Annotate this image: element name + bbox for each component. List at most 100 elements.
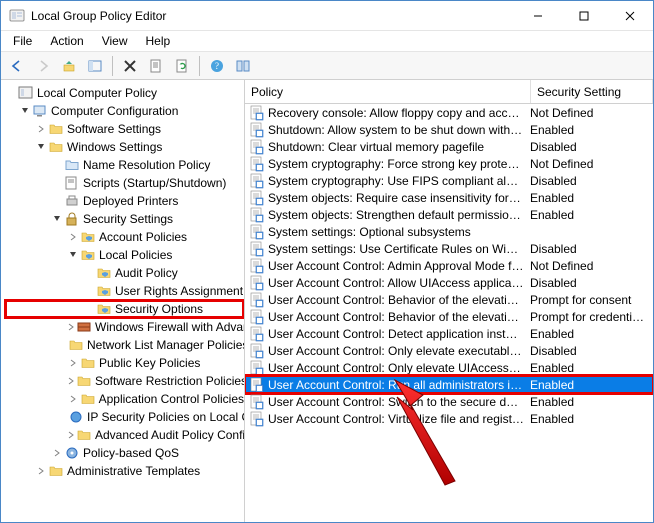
tree-name-resolution[interactable]: Name Resolution Policy — [5, 156, 244, 174]
chevron-right-icon[interactable] — [67, 231, 79, 243]
chevron-right-icon[interactable] — [67, 429, 75, 441]
policy-setting: Enabled — [530, 208, 653, 222]
filter-button[interactable] — [231, 54, 255, 78]
tree-network-list[interactable]: Network List Manager Policies — [5, 336, 244, 354]
policy-row[interactable]: User Account Control: Only elevate execu… — [245, 342, 653, 359]
delete-button[interactable] — [118, 54, 142, 78]
app-window: Local Group Policy Editor File Action Vi… — [0, 0, 654, 523]
column-header-setting[interactable]: Security Setting — [531, 80, 653, 103]
tree-scripts[interactable]: Scripts (Startup/Shutdown) — [5, 174, 244, 192]
policy-setting: Not Defined — [530, 106, 653, 120]
policy-row[interactable]: System cryptography: Force strong key pr… — [245, 155, 653, 172]
titlebar: Local Group Policy Editor — [1, 1, 653, 31]
tree-software-restriction[interactable]: Software Restriction Policies — [5, 372, 244, 390]
tree-policy-qos[interactable]: Policy-based QoS — [5, 444, 244, 462]
tree-app-control[interactable]: Application Control Policies — [5, 390, 244, 408]
chevron-right-icon[interactable] — [67, 375, 75, 387]
policy-setting: Not Defined — [530, 259, 653, 273]
policy-setting: Disabled — [530, 140, 653, 154]
svg-text:?: ? — [215, 61, 219, 71]
folder-icon — [96, 283, 112, 299]
folder-icon — [96, 265, 112, 281]
policy-name: User Account Control: Behavior of the el… — [268, 293, 530, 307]
menu-view[interactable]: View — [94, 32, 136, 50]
policy-row[interactable]: Shutdown: Clear virtual memory pagefileD… — [245, 138, 653, 155]
up-button[interactable] — [57, 54, 81, 78]
tree-deployed-printers[interactable]: Deployed Printers — [5, 192, 244, 210]
chevron-right-icon[interactable] — [51, 447, 63, 459]
policy-row[interactable]: User Account Control: Run all administra… — [245, 376, 653, 393]
policy-row[interactable]: User Account Control: Only elevate UIAcc… — [245, 359, 653, 376]
refresh-button[interactable] — [170, 54, 194, 78]
policy-row[interactable]: System settings: Use Certificate Rules o… — [245, 240, 653, 257]
policy-row[interactable]: User Account Control: Virtualize file an… — [245, 410, 653, 427]
tree-label: Computer Configuration — [51, 104, 178, 118]
policy-row[interactable]: User Account Control: Admin Approval Mod… — [245, 257, 653, 274]
tree-root[interactable]: Local Computer Policy — [5, 84, 244, 102]
chevron-right-icon[interactable] — [67, 393, 79, 405]
policy-root-icon — [18, 85, 34, 101]
minimize-button[interactable] — [515, 1, 561, 31]
tree-label: Administrative Templates — [67, 464, 200, 478]
policy-row[interactable]: User Account Control: Behavior of the el… — [245, 308, 653, 325]
tree-computer-config[interactable]: Computer Configuration — [5, 102, 244, 120]
menubar: File Action View Help — [1, 31, 653, 52]
policy-row[interactable]: Shutdown: Allow system to be shut down w… — [245, 121, 653, 138]
menu-help[interactable]: Help — [138, 32, 179, 50]
properties-button[interactable] — [144, 54, 168, 78]
menu-action[interactable]: Action — [42, 32, 91, 50]
maximize-button[interactable] — [561, 1, 607, 31]
help-button[interactable]: ? — [205, 54, 229, 78]
forward-button[interactable] — [31, 54, 55, 78]
list-body[interactable]: Recovery console: Allow floppy copy and … — [245, 104, 653, 522]
policy-item-icon — [249, 394, 265, 410]
policy-name: System objects: Strengthen default permi… — [268, 208, 530, 222]
tree-ip-security[interactable]: IP Security Policies on Local Computer — [5, 408, 244, 426]
tree-public-key[interactable]: Public Key Policies — [5, 354, 244, 372]
policy-setting: Enabled — [530, 191, 653, 205]
policy-row[interactable]: User Account Control: Behavior of the el… — [245, 291, 653, 308]
close-button[interactable] — [607, 1, 653, 31]
policy-row[interactable]: System cryptography: Use FIPS compliant … — [245, 172, 653, 189]
tree-security-options[interactable]: Security Options — [5, 300, 244, 318]
policy-row[interactable]: System objects: Strengthen default permi… — [245, 206, 653, 223]
chevron-right-icon[interactable] — [67, 357, 79, 369]
tree-software-settings[interactable]: Software Settings — [5, 120, 244, 138]
policy-row[interactable]: User Account Control: Switch to the secu… — [245, 393, 653, 410]
chevron-down-icon[interactable] — [5, 87, 17, 99]
policy-item-icon — [249, 377, 265, 393]
tree-security-settings[interactable]: Security Settings — [5, 210, 244, 228]
policy-row[interactable]: User Account Control: Detect application… — [245, 325, 653, 342]
tree-windows-settings[interactable]: Windows Settings — [5, 138, 244, 156]
menu-file[interactable]: File — [5, 32, 40, 50]
chevron-down-icon[interactable] — [51, 213, 63, 225]
policy-row[interactable]: System settings: Optional subsystems — [245, 223, 653, 240]
show-hide-tree-button[interactable] — [83, 54, 107, 78]
chevron-down-icon[interactable] — [35, 141, 47, 153]
spacer — [83, 303, 95, 315]
computer-icon — [32, 103, 48, 119]
policy-row[interactable]: User Account Control: Allow UIAccess app… — [245, 274, 653, 291]
spacer — [51, 195, 63, 207]
tree-label: Policy-based QoS — [83, 446, 179, 460]
chevron-right-icon[interactable] — [67, 321, 75, 333]
column-header-policy[interactable]: Policy — [245, 80, 531, 103]
tree-windows-firewall[interactable]: Windows Firewall with Advanced Security — [5, 318, 244, 336]
tree-account-policies[interactable]: Account Policies — [5, 228, 244, 246]
chevron-right-icon[interactable] — [35, 465, 47, 477]
chevron-right-icon[interactable] — [35, 123, 47, 135]
tree-user-rights[interactable]: User Rights Assignment — [5, 282, 244, 300]
tree-admin-templates[interactable]: Administrative Templates — [5, 462, 244, 480]
spacer — [51, 159, 63, 171]
tree-advanced-audit[interactable]: Advanced Audit Policy Configuration — [5, 426, 244, 444]
policy-row[interactable]: Recovery console: Allow floppy copy and … — [245, 104, 653, 121]
tree-local-policies[interactable]: Local Policies — [5, 246, 244, 264]
chevron-down-icon[interactable] — [67, 249, 79, 261]
tree-audit-policy[interactable]: Audit Policy — [5, 264, 244, 282]
policy-setting: Enabled — [530, 378, 653, 392]
policy-row[interactable]: System objects: Require case insensitivi… — [245, 189, 653, 206]
chevron-down-icon[interactable] — [19, 105, 31, 117]
policy-item-icon — [249, 326, 265, 342]
policy-setting: Prompt for consent — [530, 293, 653, 307]
back-button[interactable] — [5, 54, 29, 78]
